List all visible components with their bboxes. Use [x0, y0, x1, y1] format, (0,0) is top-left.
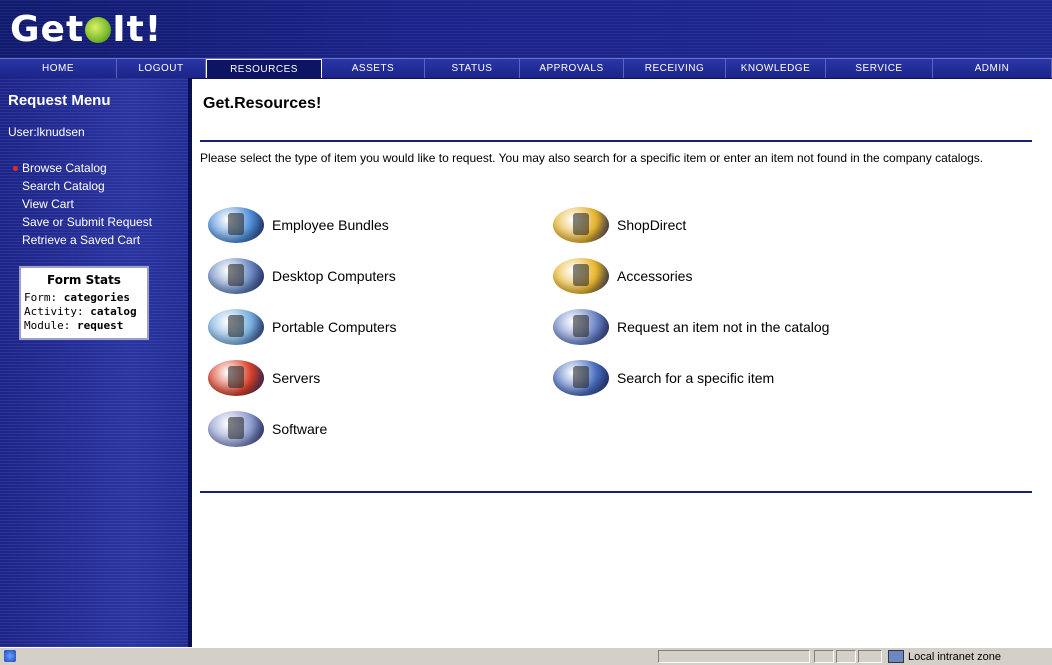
top-divider	[200, 140, 1032, 142]
form-stats-box: Form Stats Form: categories Activity: ca…	[19, 266, 149, 340]
page-title: Get.Resources!	[203, 95, 322, 112]
request-menu: Browse Catalog Search Catalog View Cart …	[12, 160, 152, 250]
category-servers[interactable]: Servers	[208, 358, 320, 398]
nav-tab-receiving[interactable]: RECEIVING	[624, 59, 726, 78]
category-software[interactable]: Software	[208, 409, 327, 449]
category-label[interactable]: Request an item not in the catalog	[617, 319, 829, 335]
software-box-icon[interactable]	[208, 411, 264, 447]
desktop-computer-icon[interactable]	[208, 258, 264, 294]
intro-text: Please select the type of item you would…	[200, 151, 984, 165]
menu-browse-catalog[interactable]: Browse Catalog	[12, 160, 152, 178]
intranet-zone-icon	[888, 650, 904, 663]
category-label[interactable]: Desktop Computers	[272, 268, 396, 284]
category-search-for-a-specific-item[interactable]: Search for a specific item	[553, 358, 774, 398]
ie-page-icon	[4, 650, 16, 662]
nav-tab-approvals[interactable]: APPROVALS	[520, 59, 624, 78]
nav-tab-knowledge[interactable]: KNOWLEDGE	[726, 59, 826, 78]
category-label[interactable]: Servers	[272, 370, 320, 386]
status-bar: Local intranet zone	[0, 647, 1052, 665]
nav-tab-status[interactable]: STATUS	[425, 59, 520, 78]
category-request-an-item-not-in-the-catalog[interactable]: Request an item not in the catalog	[553, 307, 829, 347]
nav-tab-resources[interactable]: RESOURCES	[206, 59, 322, 78]
category-label[interactable]: ShopDirect	[617, 217, 686, 233]
nav-tab-logout[interactable]: LOGOUT	[117, 59, 206, 78]
nav-tab-home[interactable]: HOME	[0, 59, 117, 78]
menu-view-cart[interactable]: View Cart	[22, 196, 152, 214]
nav-tab-assets[interactable]: ASSETS	[322, 59, 425, 78]
sidebar-title: Request Menu	[8, 92, 111, 109]
top-navigation: HOME LOGOUT RESOURCES ASSETS STATUS APPROVALS…	[0, 58, 1052, 79]
menu-save-submit-request[interactable]: Save or Submit Request	[22, 214, 152, 232]
request-item-icon[interactable]	[553, 309, 609, 345]
menu-retrieve-saved-cart[interactable]: Retrieve a Saved Cart	[22, 232, 152, 250]
form-stats-title: Form Stats	[47, 273, 121, 287]
header-banner: Get It!	[0, 0, 1052, 58]
employee-bundles-icon[interactable]	[208, 207, 264, 243]
current-user: User:lknudsen	[8, 125, 85, 139]
menu-search-catalog[interactable]: Search Catalog	[22, 178, 152, 196]
category-label[interactable]: Accessories	[617, 268, 692, 284]
nav-tab-service[interactable]: SERVICE	[826, 59, 933, 78]
shopdirect-icon[interactable]	[553, 207, 609, 243]
security-zone: Local intranet zone	[888, 650, 1001, 663]
category-accessories[interactable]: Accessories	[553, 256, 692, 296]
getit-logo: Get It!	[10, 8, 163, 50]
category-label[interactable]: Search for a specific item	[617, 370, 774, 386]
nav-tab-admin[interactable]: ADMIN	[933, 59, 1052, 78]
binoculars-icon[interactable]	[553, 360, 609, 396]
server-icon[interactable]	[208, 360, 264, 396]
bottom-divider	[200, 491, 1032, 493]
category-portable-computers[interactable]: Portable Computers	[208, 307, 397, 347]
status-cell	[658, 650, 810, 663]
logo-swirl-icon	[85, 17, 112, 43]
category-employee-bundles[interactable]: Employee Bundles	[208, 205, 389, 245]
category-label[interactable]: Portable Computers	[272, 319, 397, 335]
category-label[interactable]: Employee Bundles	[272, 217, 389, 233]
sidebar: Request Menu User:lknudsen Browse Catalo…	[0, 78, 192, 647]
accessories-icon[interactable]	[553, 258, 609, 294]
status-cell	[814, 650, 834, 663]
stat-form: Form: categories	[24, 291, 130, 304]
laptop-icon[interactable]	[208, 309, 264, 345]
stat-activity: Activity: catalog	[24, 305, 137, 318]
status-cell	[858, 650, 882, 663]
category-label[interactable]: Software	[272, 421, 327, 437]
category-desktop-computers[interactable]: Desktop Computers	[208, 256, 396, 296]
stat-module: Module: request	[24, 319, 124, 332]
category-shopdirect[interactable]: ShopDirect	[553, 205, 686, 245]
status-cell	[836, 650, 856, 663]
